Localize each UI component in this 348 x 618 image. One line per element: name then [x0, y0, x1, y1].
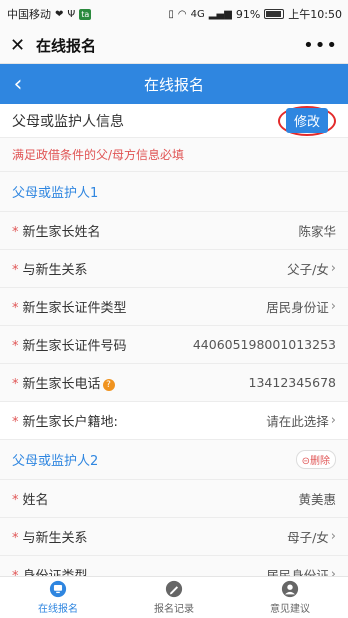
page-header: ‹ 在线报名 — [0, 64, 348, 104]
required-mark: * — [12, 301, 19, 316]
guardian1-id-number-label: * 新生家长证件号码 — [12, 335, 193, 354]
app-notification-icon: ta — [79, 8, 92, 20]
more-icon[interactable]: ••• — [303, 35, 338, 56]
guardian1-id-type-label-text: 新生家长证件类型 — [22, 301, 127, 316]
trash-icon: ⊝ — [301, 456, 310, 467]
wifi-icon: ◠ — [177, 8, 187, 20]
guardian1-phone-row[interactable]: * 新生家长电话? 13412345678 — [0, 364, 348, 402]
guardian2-relation-label: * 与新生关系 — [12, 527, 287, 546]
required-mark: * — [12, 415, 19, 430]
tab-registration-records[interactable]: 报名记录 — [116, 577, 232, 618]
guardian1-name-row[interactable]: * 新生家长姓名 陈家华 — [0, 212, 348, 250]
help-icon[interactable]: ? — [102, 378, 115, 391]
webview-header: ✕ 在线报名 ••• — [0, 28, 348, 64]
clock: 上午10:50 — [288, 8, 342, 21]
required-mark: * — [12, 339, 19, 354]
guardian1-hukou-label-text: 新生家长户籍地: — [22, 415, 118, 430]
usb-icon: Ψ — [67, 8, 76, 20]
required-mark: * — [12, 225, 19, 240]
guardian2-label: 父母或监护人2 — [12, 454, 99, 469]
guardian1-label: 父母或监护人1 — [0, 172, 348, 212]
guardian1-relation-value: 父子/女 — [287, 262, 329, 277]
tab-label: 报名记录 — [154, 604, 194, 615]
vibrate-icon: ▯ — [168, 8, 174, 20]
battery-percent: 91% — [235, 7, 261, 21]
guardian2-relation-value: 母子/女 — [287, 530, 329, 545]
bottom-tab-bar: 在线报名 报名记录 意见建议 — [0, 576, 348, 618]
guardian1-hukou-label: * 新生家长户籍地: — [12, 411, 266, 430]
signal-bars-icon: ▂▄▆ — [208, 8, 232, 20]
delete-guardian2-button[interactable]: ⊝删除 — [295, 450, 336, 469]
tab-online-registration[interactable]: 在线报名 — [0, 577, 116, 618]
guardian1-id-number-value: 440605198001013253 — [192, 337, 336, 352]
edit-button[interactable]: 修改 — [285, 108, 328, 133]
guardian1-id-type-label: * 新生家长证件类型 — [12, 297, 266, 316]
battery-icon — [264, 9, 285, 19]
chevron-right-icon: › — [330, 413, 336, 428]
required-mark: * — [12, 377, 19, 392]
guardian1-relation-label-text: 与新生关系 — [22, 263, 88, 278]
guardian1-hukou-row[interactable]: * 新生家长户籍地: 请在此选择 › — [0, 402, 348, 440]
guardian1-name-label: * 新生家长姓名 — [12, 221, 298, 240]
monitor-icon — [49, 580, 67, 598]
guardian1-phone-value: 13412345678 — [248, 375, 336, 390]
required-mark: * — [12, 263, 19, 278]
guardian1-id-number-row[interactable]: * 新生家长证件号码 440605198001013253 — [0, 326, 348, 364]
guardian1-id-type-row[interactable]: * 新生家长证件类型 居民身份证 › — [0, 288, 348, 326]
guardian2-header: 父母或监护人2 ⊝删除 — [0, 440, 348, 480]
guardian2-name-value: 黄美惠 — [298, 492, 336, 507]
guardian2-name-row[interactable]: * 姓名 黄美惠 — [0, 480, 348, 518]
guardian1-id-number-label-text: 新生家长证件号码 — [22, 339, 127, 354]
edit-highlight: 修改 — [278, 105, 336, 136]
guardian2-name-label-text: 姓名 — [22, 493, 49, 508]
chevron-right-icon: › — [330, 299, 336, 314]
guardian1-relation-label: * 与新生关系 — [12, 259, 287, 278]
guardian1-relation-row[interactable]: * 与新生关系 父子/女 › — [0, 250, 348, 288]
back-button[interactable]: ‹ — [0, 64, 36, 104]
chevron-right-icon: › — [330, 529, 336, 544]
section-title: 父母或监护人信息 — [12, 113, 124, 130]
tab-label: 在线报名 — [38, 604, 78, 615]
guardian-section-header: 父母或监护人信息 修改 — [0, 104, 348, 138]
guardian2-relation-label-text: 与新生关系 — [22, 531, 88, 546]
chevron-left-icon: ‹ — [13, 71, 23, 97]
user-icon — [281, 580, 299, 598]
guardian1-id-type-value: 居民身份证 — [266, 300, 329, 315]
webview-title: 在线报名 — [36, 37, 97, 55]
chevron-right-icon: › — [330, 261, 336, 276]
tab-feedback[interactable]: 意见建议 — [232, 577, 348, 618]
tab-label: 意见建议 — [270, 604, 310, 615]
guardian1-name-value: 陈家华 — [298, 224, 336, 239]
guardian1-phone-label-text: 新生家长电话 — [22, 377, 101, 392]
close-icon[interactable]: ✕ — [10, 35, 32, 56]
signal-icon: 4G — [190, 8, 205, 20]
page-title: 在线报名 — [143, 75, 204, 94]
guardian1-name-label-text: 新生家长姓名 — [22, 225, 101, 240]
required-mark: * — [12, 493, 19, 508]
pen-icon — [165, 580, 183, 598]
heart-icon: ❤ — [55, 8, 64, 20]
delete-label: 删除 — [310, 456, 330, 467]
guardian1-hukou-select[interactable]: 请在此选择 — [266, 411, 329, 430]
guardian2-relation-row[interactable]: * 与新生关系 母子/女 › — [0, 518, 348, 556]
carrier-text: 中国移动 — [7, 8, 51, 21]
guardian2-name-label: * 姓名 — [12, 489, 298, 508]
required-mark: * — [12, 531, 19, 546]
requirement-notice: 满足政借条件的父/母方信息必填 — [0, 138, 348, 172]
guardian1-phone-label: * 新生家长电话? — [12, 373, 249, 392]
status-bar: 中国移动 ❤ Ψ ta ▯ ◠ 4G ▂▄▆ 91% 上午10:50 — [0, 0, 348, 28]
